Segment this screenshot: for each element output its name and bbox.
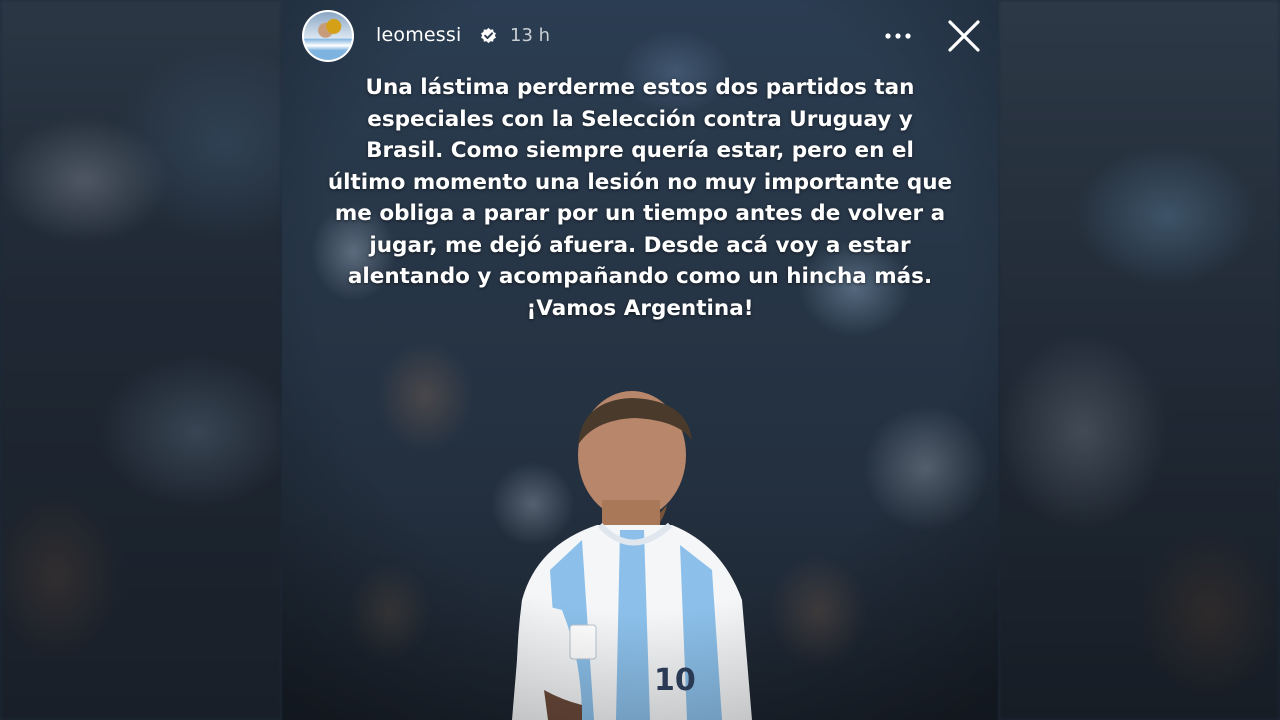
jersey-number: 10 (654, 663, 696, 698)
avatar[interactable] (302, 10, 354, 62)
story-caption-text: Una lástima perderme estos dos partidos … (327, 75, 953, 321)
story-header: leomessi 13 h (282, 0, 998, 76)
close-icon[interactable] (944, 16, 984, 56)
more-options-icon (885, 33, 911, 39)
timestamp: 13 h (510, 25, 551, 46)
story-viewer[interactable]: 10 leomessi 13 h Una lástima perderme es… (282, 0, 998, 720)
blurred-background-right (998, 0, 1280, 720)
avatar-image (304, 12, 352, 60)
username[interactable]: leomessi (376, 24, 461, 46)
blurred-background-left (0, 0, 282, 720)
more-options-button[interactable] (880, 20, 916, 52)
verified-badge-icon (481, 27, 496, 44)
